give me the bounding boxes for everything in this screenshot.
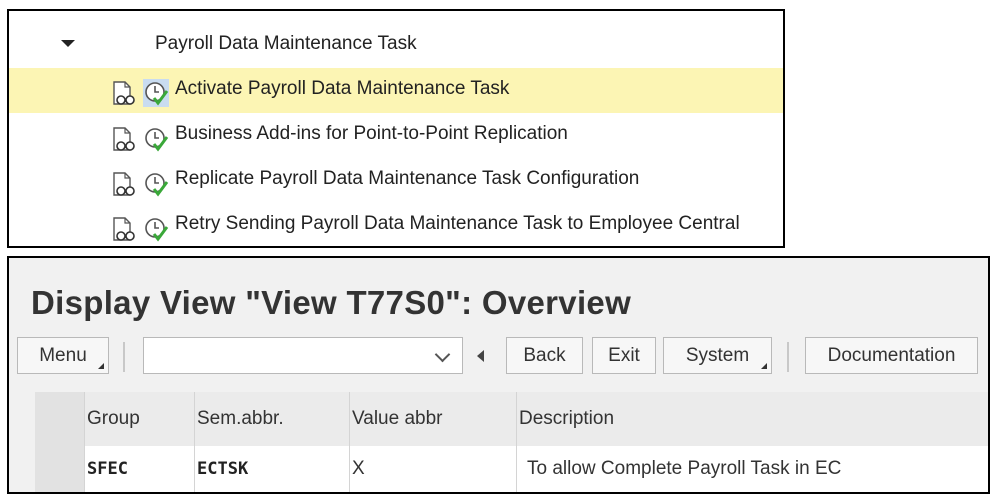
tree-item-label: Business Add-ins for Point-to-Point Repl… <box>175 123 568 144</box>
page-title: Display View "View T77S0": Overview <box>31 284 632 321</box>
toolbar: Menu Back Exit System Documentation <box>9 334 988 382</box>
tree-item-label: Activate Payroll Data Maintenance Task <box>175 78 510 99</box>
tree-node-root-label: Payroll Data Maintenance Task <box>155 33 417 54</box>
column-header-sem-abbr[interactable]: Sem.abbr. <box>194 392 349 446</box>
img-activity-tree: Payroll Data Maintenance Task Activate P… <box>7 9 785 248</box>
cell-group: SFEC <box>84 446 194 492</box>
dropdown-corner-icon <box>761 363 767 369</box>
execute-clock-check-icon[interactable] <box>143 170 169 198</box>
system-button-label: System <box>685 345 750 366</box>
back-button[interactable]: Back <box>506 337 583 374</box>
toolbar-separator <box>787 342 789 372</box>
row-selector-header[interactable] <box>35 392 84 446</box>
dropdown-corner-icon <box>98 363 104 369</box>
row-selector[interactable] <box>35 446 84 492</box>
cell-sem-abbr: ECTSK <box>194 446 349 492</box>
tree-item-label: Retry Sending Payroll Data Maintenance T… <box>175 213 740 234</box>
toolbar-separator <box>123 342 125 372</box>
column-header-group[interactable]: Group <box>84 392 194 446</box>
command-field[interactable] <box>143 337 463 374</box>
tree-node-root[interactable]: Payroll Data Maintenance Task <box>9 23 783 68</box>
documentation-button[interactable]: Documentation <box>805 337 978 374</box>
tree-item-retry[interactable]: Retry Sending Payroll Data Maintenance T… <box>9 203 783 246</box>
img-maintenance-view: Display View "View T77S0": Overview Menu… <box>7 256 990 494</box>
column-header-description[interactable]: Description <box>516 392 988 446</box>
tree-item-activate[interactable]: Activate Payroll Data Maintenance Task <box>9 68 783 113</box>
documentation-glasses-icon[interactable] <box>111 80 137 108</box>
table-row[interactable]: SFEC ECTSK X To allow Complete Payroll T… <box>35 446 988 492</box>
exit-button[interactable]: Exit <box>592 337 656 374</box>
menu-button-label: Menu <box>39 345 87 366</box>
triangle-left-icon[interactable] <box>477 350 484 362</box>
execute-clock-check-icon[interactable] <box>143 125 169 153</box>
documentation-glasses-icon[interactable] <box>111 216 137 244</box>
documentation-glasses-icon[interactable] <box>111 171 137 199</box>
cell-description: To allow Complete Payroll Task in EC <box>516 446 988 492</box>
execute-clock-check-icon[interactable] <box>143 215 169 243</box>
column-header-value-abbr[interactable]: Value abbr <box>349 392 516 446</box>
cell-value-abbr[interactable]: X <box>349 446 516 492</box>
tree-item-replicate[interactable]: Replicate Payroll Data Maintenance Task … <box>9 158 783 203</box>
system-button[interactable]: System <box>663 337 772 374</box>
menu-button[interactable]: Menu <box>17 337 109 374</box>
tree-item-badi[interactable]: Business Add-ins for Point-to-Point Repl… <box>9 113 783 158</box>
documentation-glasses-icon[interactable] <box>111 126 137 154</box>
chevron-down-icon[interactable] <box>434 346 451 363</box>
table-header: Group Sem.abbr. Value abbr Description <box>35 392 988 446</box>
collapse-arrow-icon[interactable] <box>61 40 75 47</box>
execute-clock-check-icon[interactable] <box>143 79 169 107</box>
tree-item-label: Replicate Payroll Data Maintenance Task … <box>175 168 640 189</box>
